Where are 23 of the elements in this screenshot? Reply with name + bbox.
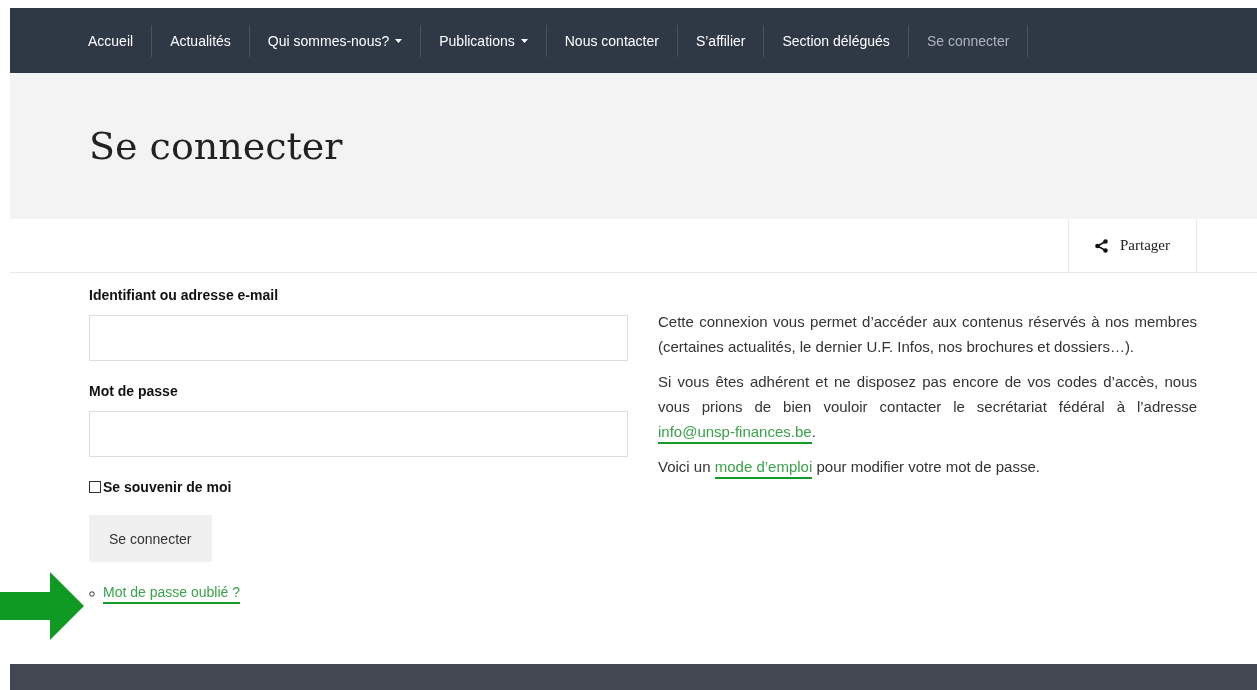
info-paragraph: Si vous êtes adhérent et ne disposez pas encore de vos codes d’accès, nous vous prions de bien vouloir contacter le secrétariat fédéral à l’adresse info@unsp-finances.be. — [658, 369, 1197, 444]
login-button[interactable]: Se connecter — [89, 515, 212, 562]
nav-link[interactable]: Publications — [421, 24, 547, 57]
input-field[interactable] — [89, 411, 628, 457]
nav-link[interactable]: Se connecter — [908, 24, 1029, 57]
nav-link[interactable]: Nous contacter — [546, 24, 678, 57]
field-label: Mot de passe — [89, 383, 179, 399]
info-paragraph: Cette connexion vous permet d’accéder aux contenus réservés à nos membres (certaines actualités, le dernier U.F. Infos, nos brochures et dossiers…). — [658, 312, 1197, 357]
bullet-icon — [89, 591, 95, 597]
arrow-icon — [0, 572, 84, 640]
input-field[interactable] — [89, 315, 628, 361]
field-label: Identifiant ou adresse e-mail — [89, 287, 280, 303]
info-paragraph: Voici un mode d’emploi pour modifier votre mot de passe. — [658, 454, 1197, 479]
share-icon — [1095, 238, 1108, 253]
nav-link[interactable]: Accueil — [81, 24, 153, 57]
nav-link[interactable]: Actualités — [152, 24, 250, 57]
checkbox-label: Se souvenir de moi — [103, 479, 232, 495]
share-button[interactable]: Partager — [1068, 219, 1197, 272]
nav-link[interactable]: S’affilier — [677, 24, 765, 57]
nav-link[interactable]: Section délégués — [764, 24, 909, 57]
checkbox[interactable] — [89, 481, 101, 493]
nav-link[interactable]: Qui sommes-nous? — [249, 24, 422, 57]
page-title: Se connecter — [89, 124, 343, 168]
